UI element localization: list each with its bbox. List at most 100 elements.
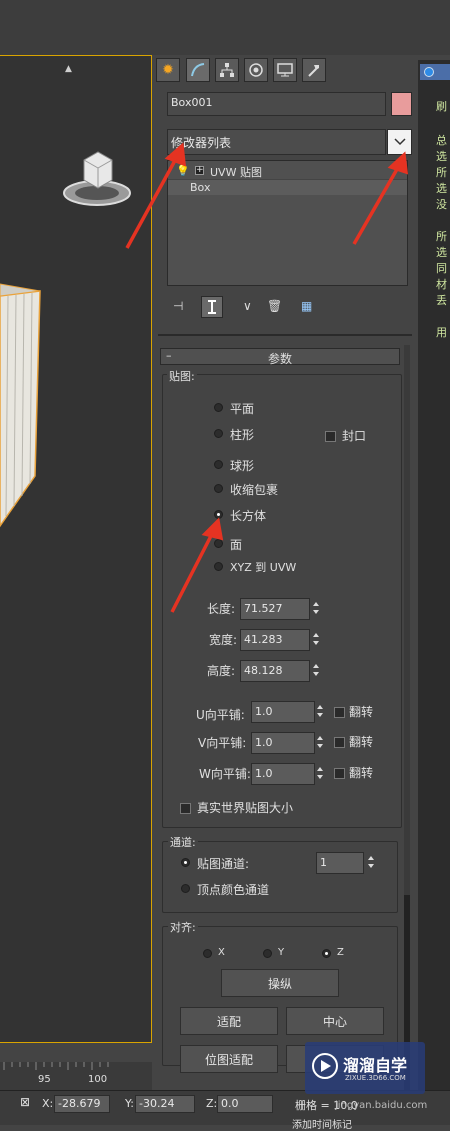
utilities-tab-icon[interactable] xyxy=(302,58,326,82)
mapping-group-label: 贴图: xyxy=(167,368,197,384)
real-world-label: 真实世界贴图大小 xyxy=(197,801,294,815)
width-field[interactable]: 41.283 xyxy=(240,629,310,651)
w-tile-spinner[interactable] xyxy=(316,763,326,783)
fit-button[interactable]: 适配 xyxy=(180,1007,278,1035)
chevron-down-icon[interactable] xyxy=(387,129,412,155)
label-face: 面 xyxy=(230,538,243,552)
modifier-stack-list[interactable]: 💡 + UVW 贴图 Box xyxy=(167,160,408,286)
v-flip-checkbox[interactable] xyxy=(334,737,345,748)
lock-selection-icon[interactable]: ⊠ xyxy=(20,1095,30,1109)
radio-align-x[interactable] xyxy=(203,949,212,958)
modifier-list-dropdown[interactable]: 修改器列表 xyxy=(167,129,386,155)
motion-tab-icon[interactable] xyxy=(244,58,268,82)
top-toolbar-strip xyxy=(0,0,450,55)
display-tab-icon[interactable] xyxy=(273,58,297,82)
radio-xyz-to-uvw[interactable] xyxy=(214,562,223,571)
object-color-swatch[interactable] xyxy=(391,92,412,116)
pin-stack-icon[interactable]: ⊣ xyxy=(173,299,183,313)
cap-label: 封口 xyxy=(342,429,367,443)
object-name-field[interactable]: Box001 xyxy=(167,92,386,116)
label-spherical: 球形 xyxy=(230,459,255,473)
map-channel-spinner[interactable] xyxy=(367,852,377,872)
manipulate-button[interactable]: 操纵 xyxy=(221,969,339,997)
collapse-icon: – xyxy=(166,349,172,362)
cap-checkbox[interactable] xyxy=(325,431,336,442)
z-coordinate-field[interactable]: 0.0 xyxy=(217,1095,273,1113)
u-tile-field[interactable]: 1.0 xyxy=(251,701,315,723)
remove-modifier-icon[interactable]: 🗑 xyxy=(267,299,282,313)
radio-planar[interactable] xyxy=(214,403,223,412)
rollout-title: 参数 xyxy=(268,352,293,366)
center-button[interactable]: 中心 xyxy=(286,1007,384,1035)
parameters-rollout-header[interactable]: – 参数 xyxy=(160,348,400,366)
bitmap-fit-button[interactable]: 位图适配 xyxy=(180,1045,278,1073)
add-time-tag[interactable]: 添加时间标记 xyxy=(292,1116,352,1131)
configure-sets-icon[interactable]: ▦ xyxy=(301,299,312,313)
length-spinner[interactable] xyxy=(312,598,322,618)
label-cylindrical: 柱形 xyxy=(230,428,255,442)
listener-line: 选 xyxy=(436,246,447,259)
v-flip-label: 翻转 xyxy=(349,735,374,749)
listener-line: 刷 xyxy=(436,100,447,113)
list-item[interactable]: 💡 + UVW 贴图 xyxy=(168,163,407,179)
width-label: 宽度: xyxy=(209,633,238,647)
modify-tab-icon[interactable] xyxy=(186,58,210,82)
map-channel-field[interactable]: 1 xyxy=(316,852,364,874)
w-flip-checkbox[interactable] xyxy=(334,768,345,779)
u-flip-checkbox[interactable] xyxy=(334,707,345,718)
ruler-tick-100: 100 xyxy=(88,1074,108,1085)
label-planar: 平面 xyxy=(230,402,255,416)
panel-scrollbar[interactable] xyxy=(404,345,410,1090)
label-xyz-to-uvw: XYZ 到 UVW xyxy=(230,561,297,574)
v-tile-field[interactable]: 1.0 xyxy=(251,732,315,754)
script-listener-panel: 刷 总 选 所 选 没 所 选 同 材 丢 用 xyxy=(418,60,450,1090)
radio-align-y[interactable] xyxy=(263,949,272,958)
radio-shrink-wrap[interactable] xyxy=(214,484,223,493)
listener-line: 选 xyxy=(436,182,447,195)
map-channel-label: 贴图通道: xyxy=(197,857,250,871)
perspective-viewport[interactable]: ▲ xyxy=(0,55,152,1043)
listener-line: 总 xyxy=(436,134,447,147)
create-tab-icon[interactable]: ✹ xyxy=(156,58,180,82)
radio-cylindrical[interactable] xyxy=(214,429,223,438)
listener-line: 选 xyxy=(436,150,447,163)
w-tile-field[interactable]: 1.0 xyxy=(251,763,315,785)
height-field[interactable]: 48.128 xyxy=(240,660,310,682)
y-coordinate-field[interactable]: -30.24 xyxy=(135,1095,195,1113)
length-label: 长度: xyxy=(207,602,236,616)
radio-vertex-color-channel[interactable] xyxy=(181,884,190,893)
width-spinner[interactable] xyxy=(312,629,322,649)
length-field[interactable]: 71.527 xyxy=(240,598,310,620)
label-box: 长方体 xyxy=(230,509,267,523)
panel-header xyxy=(420,64,450,80)
vertex-color-label: 顶点颜色通道 xyxy=(197,883,270,897)
list-item[interactable]: Box xyxy=(168,179,407,195)
hierarchy-tab-icon[interactable] xyxy=(215,58,239,82)
radio-map-channel[interactable] xyxy=(181,858,190,867)
lightbulb-icon[interactable]: 💡 xyxy=(176,164,190,177)
radio-face[interactable] xyxy=(214,539,223,548)
viewcube-icon[interactable] xyxy=(62,148,132,211)
x-coordinate-field[interactable]: -28.679 xyxy=(54,1095,110,1113)
v-tile-spinner[interactable] xyxy=(316,732,326,752)
listener-line: 同 xyxy=(436,262,447,275)
show-end-result-icon[interactable] xyxy=(201,296,223,318)
u-tile-label: U向平铺: xyxy=(196,708,245,722)
watermark-logo: 溜溜自学 ZIXUE.3D66.COM xyxy=(305,1042,425,1094)
height-spinner[interactable] xyxy=(312,660,322,680)
radio-box[interactable] xyxy=(214,510,223,519)
u-tile-spinner[interactable] xyxy=(316,701,326,721)
listener-line: 没 xyxy=(436,198,447,211)
make-unique-icon[interactable]: ∨ xyxy=(243,299,252,313)
stack-item-box: Box xyxy=(190,181,211,194)
timeline-ruler[interactable]: 95 100 xyxy=(0,1062,152,1090)
expand-icon[interactable]: + xyxy=(195,166,204,175)
radio-spherical[interactable] xyxy=(214,460,223,469)
align-group-label: 对齐: xyxy=(168,919,198,935)
listener-line: 材 xyxy=(436,278,447,291)
real-world-checkbox[interactable] xyxy=(180,803,191,814)
watermark-site: jingyan.baidu.com xyxy=(335,1100,428,1111)
radio-align-z[interactable] xyxy=(322,949,331,958)
align-z-label: Z xyxy=(337,947,344,958)
align-x-label: X xyxy=(218,947,225,958)
